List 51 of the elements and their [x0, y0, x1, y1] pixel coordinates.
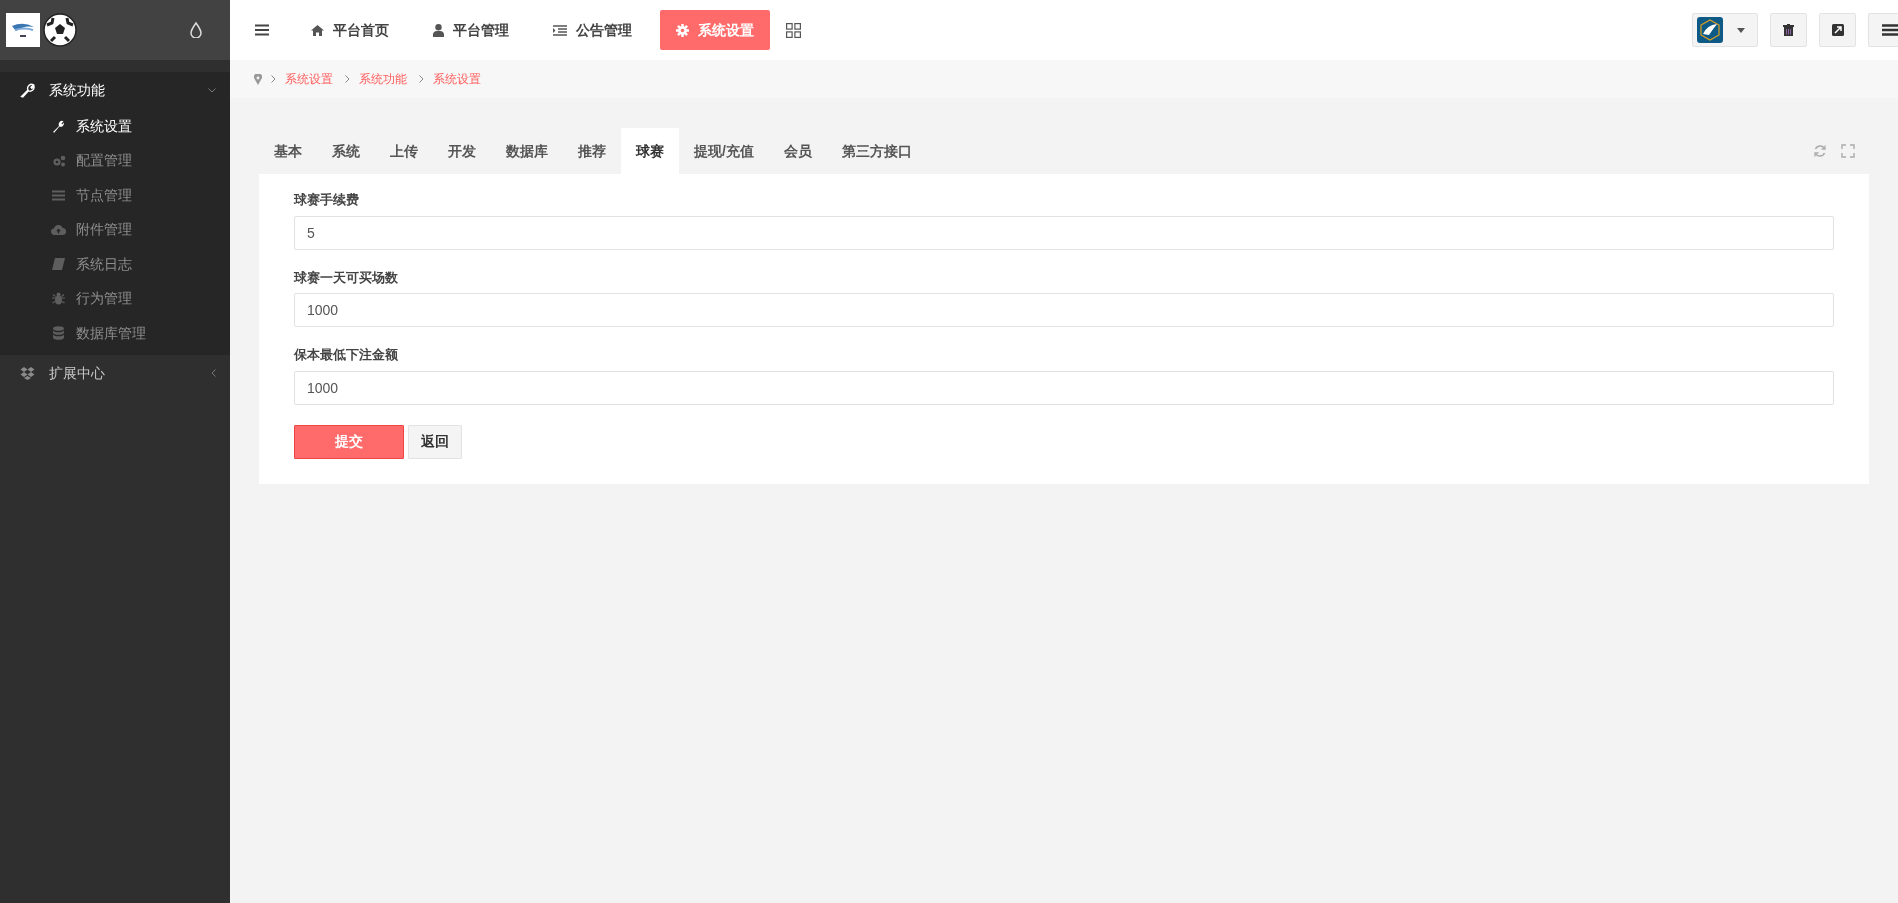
- input-field[interactable]: 1000: [294, 370, 1834, 405]
- list-icon: [1882, 24, 1898, 36]
- sidebar-item[interactable]: 系统设置: [0, 109, 230, 144]
- chevron-left-icon: [211, 369, 216, 377]
- logo-icon: [6, 13, 40, 47]
- grid-icon[interactable]: [786, 22, 801, 38]
- chevron-down-icon: [208, 88, 216, 93]
- home-icon: [311, 24, 324, 36]
- field-label: 保本最低下注金额: [294, 346, 399, 364]
- database-icon: [53, 326, 64, 341]
- sidebar-group[interactable]: 系统功能: [0, 72, 230, 109]
- sidebar-item[interactable]: 配置管理: [0, 143, 230, 178]
- input-field[interactable]: 5: [294, 215, 1834, 250]
- user-menu-button[interactable]: [1692, 13, 1758, 47]
- boxes-icon: [20, 366, 35, 380]
- chevron-right-icon: [345, 75, 350, 83]
- user-icon: [433, 23, 444, 37]
- chevron-right-icon: [271, 75, 276, 83]
- nav-tab[interactable]: 平台管理: [417, 10, 525, 50]
- delete-button[interactable]: [1770, 13, 1807, 47]
- wrench-icon: [52, 119, 65, 133]
- cloud-upload-icon: [51, 224, 66, 236]
- indent-list-icon: [553, 24, 567, 36]
- soccer-ball-icon: [43, 13, 77, 47]
- back-button[interactable]: 返回: [408, 424, 462, 459]
- nav-tab[interactable]: 公告管理: [537, 10, 648, 50]
- droplet-icon[interactable]: [190, 22, 202, 38]
- sidebar-item[interactable]: 系统日志: [0, 247, 230, 282]
- nav-tab[interactable]: 平台首页: [295, 10, 405, 50]
- trash-icon: [1783, 24, 1794, 36]
- gear-icon: [676, 23, 689, 37]
- tab[interactable]: 球赛: [621, 128, 679, 174]
- field-label: 球赛手续费: [294, 191, 360, 209]
- gears-icon: [51, 154, 66, 167]
- sidebar-item[interactable]: 行为管理: [0, 281, 230, 316]
- sidebar-group[interactable]: 扩展中心: [0, 354, 230, 392]
- sidebar-item[interactable]: 节点管理: [0, 178, 230, 213]
- caret-icon: [1737, 27, 1745, 33]
- list-icon: [52, 189, 65, 201]
- bug-icon: [52, 292, 65, 306]
- input-field[interactable]: 1000: [294, 293, 1834, 327]
- external-link-icon: [1831, 24, 1844, 36]
- sidebar-item[interactable]: 数据库管理: [0, 316, 230, 351]
- external-link-button[interactable]: [1819, 13, 1856, 47]
- sidebar-item[interactable]: 附件管理: [0, 212, 230, 247]
- wrench-icon: [20, 83, 35, 98]
- map-pin-icon: [254, 73, 262, 85]
- chevron-right-icon: [419, 75, 424, 83]
- settings-panel-button[interactable]: [1868, 13, 1898, 47]
- menu-icon[interactable]: [255, 24, 269, 36]
- field-label: 球赛一天可买场数: [294, 268, 399, 287]
